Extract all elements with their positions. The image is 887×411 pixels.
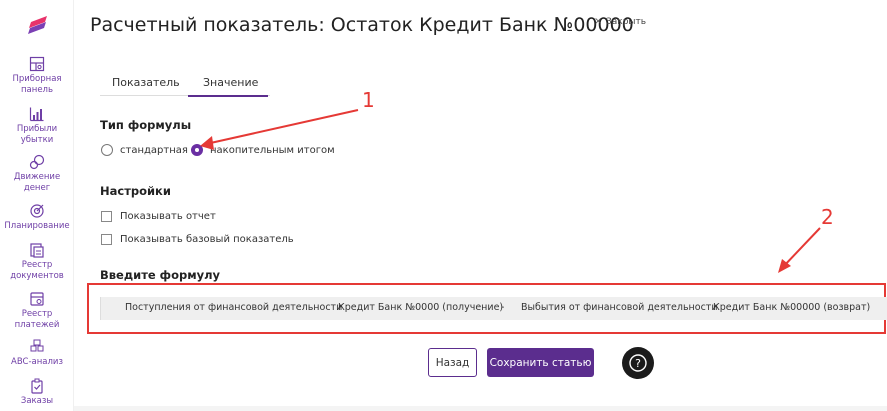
formula-operator[interactable]: - — [501, 302, 504, 313]
abc-icon — [30, 339, 44, 352]
formula-token[interactable]: Выбытия от финансовой деятельности — [521, 302, 718, 313]
sidebar-item-orders[interactable]: Заказы — [0, 378, 74, 407]
tab-value[interactable]: Значение — [203, 76, 258, 89]
sidebar-item-payments[interactable]: Реестр платежей — [0, 291, 74, 331]
payments-icon — [30, 292, 44, 306]
sidebar-item-label: ABC-анализ — [11, 357, 63, 367]
money-flow-icon — [29, 154, 45, 170]
sidebar-item-label: Реестр платежей — [14, 309, 60, 330]
logo-icon[interactable] — [27, 14, 49, 36]
help-icon: ? — [629, 354, 647, 372]
sidebar-item-label: Приборная панель — [12, 74, 62, 95]
annotation-arrow-1 — [205, 109, 359, 145]
formula-input[interactable]: Поступления от финансовой деятельности К… — [100, 297, 887, 320]
dashboard-icon — [29, 56, 45, 72]
checkbox-label: Показывать отчет — [120, 210, 216, 222]
save-button[interactable]: Сохранить статью — [487, 348, 594, 377]
checkbox[interactable] — [101, 233, 112, 245]
sidebar-item-label: Движение денег — [13, 172, 61, 193]
radio-cumulative[interactable]: накопительным итогом — [191, 142, 335, 158]
sidebar-item-money-flow[interactable]: Движение денег — [0, 154, 74, 194]
radio-button-checked[interactable] — [191, 144, 203, 156]
sidebar-item-abc[interactable]: ABC-анализ — [0, 339, 74, 368]
sidebar-item-label: Заказы — [20, 396, 54, 406]
radio-label: стандартная — [120, 144, 188, 156]
annotation-number-1: 1 — [362, 88, 375, 112]
documents-icon — [30, 243, 44, 258]
checkbox-label: Показывать базовый показатель — [120, 233, 294, 245]
formula-token[interactable]: Поступления от финансовой деятельности — [125, 302, 342, 313]
profit-chart-icon — [29, 107, 44, 122]
formula-heading: Введите формулу — [100, 268, 221, 282]
checkbox[interactable] — [101, 210, 112, 222]
orders-icon — [31, 378, 43, 394]
sidebar-item-profit[interactable]: Прибыли убытки — [0, 106, 74, 146]
sidebar-item-label: Прибыли убытки — [16, 124, 58, 145]
planning-icon — [30, 204, 44, 218]
page-title: Расчетный показатель: Остаток Кредит Бан… — [90, 14, 634, 36]
back-button[interactable]: Назад — [428, 348, 477, 377]
radio-label: накопительным итогом — [210, 144, 335, 156]
help-button[interactable]: ? — [622, 347, 654, 379]
formula-type-heading: Тип формулы — [100, 118, 192, 132]
radio-standard[interactable]: стандартная — [101, 142, 188, 158]
close-link[interactable]: Закрыть — [606, 17, 646, 27]
tab-indicator[interactable]: Показатель — [112, 76, 180, 89]
sidebar-item-planning[interactable]: Планирование — [0, 203, 74, 232]
sidebar-item-dashboard[interactable]: Приборная панель — [0, 56, 74, 96]
formula-token[interactable]: Кредит Банк №0000 (получение) — [338, 302, 503, 313]
help-glyph: ? — [635, 357, 641, 370]
active-tab-underline — [188, 95, 268, 97]
close-icon[interactable]: × — [594, 16, 602, 27]
show-report-checkbox-row[interactable]: Показывать отчет — [101, 209, 216, 223]
show-base-indicator-checkbox-row[interactable]: Показывать базовый показатель — [101, 232, 294, 246]
annotation-number-2: 2 — [821, 205, 834, 229]
formula-highlight-box: Поступления от финансовой деятельности К… — [87, 283, 887, 334]
sidebar: Приборная панель Прибыли убытки Движение… — [0, 0, 74, 411]
formula-token[interactable]: Кредит Банк №00000 (возврат) — [713, 302, 870, 313]
annotation-arrowhead-2 — [778, 259, 791, 273]
radio-button[interactable] — [101, 144, 113, 156]
sidebar-item-label: Планирование — [4, 221, 70, 231]
settings-heading: Настройки — [100, 184, 171, 198]
annotation-arrow-2 — [781, 227, 821, 269]
tab-bar: Показатель Значение — [100, 72, 270, 97]
sidebar-item-label: Реестр документов — [10, 260, 64, 281]
bottom-strip — [74, 406, 887, 411]
sidebar-item-documents[interactable]: Реестр документов — [0, 242, 74, 282]
